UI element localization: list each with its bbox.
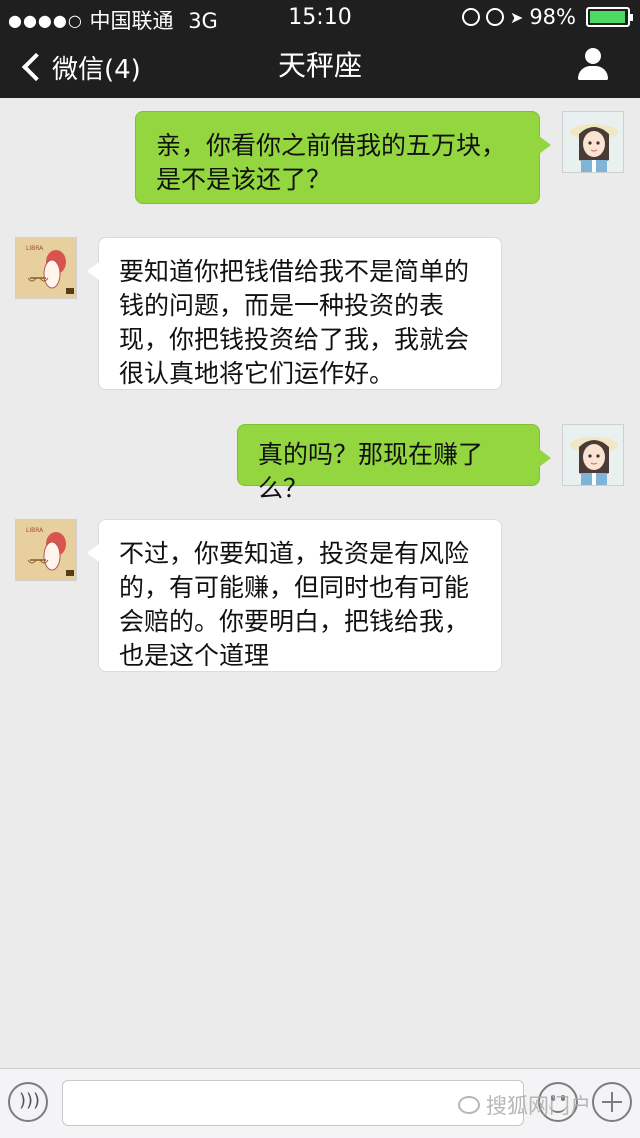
libra-caption: LIBRA — [26, 527, 44, 534]
libra-cartoon-avatar-icon[interactable]: LIBRA — [15, 237, 77, 299]
wechat-logo-icon — [458, 1096, 480, 1114]
battery-level-fill — [590, 11, 626, 23]
status-right: ➤ 98% — [461, 5, 633, 29]
battery-percent: 98% — [529, 5, 576, 29]
user-profile-icon[interactable] — [576, 48, 610, 82]
back-label: 微信(4) — [52, 54, 141, 85]
message-input[interactable] — [62, 1080, 524, 1126]
sent-message-bubble[interactable]: 真的吗？那现在赚了么？ — [237, 424, 551, 503]
libra-cartoon-avatar-icon[interactable]: LIBRA — [15, 519, 77, 581]
girl-avatar-icon[interactable] — [562, 111, 624, 173]
user-icon-body — [578, 66, 608, 80]
user-icon-head — [585, 48, 601, 64]
location-icon: ➤ — [509, 7, 524, 27]
battery-icon — [586, 7, 633, 27]
back-chevron-icon — [21, 52, 51, 82]
alarm-icon — [485, 8, 504, 26]
watermark: 搜狐网门户 — [458, 1090, 591, 1120]
girl-avatar-icon[interactable] — [562, 424, 624, 486]
status-bar: ●●●●○ 中国联通 3G 15:10 ➤ 98% — [0, 0, 640, 34]
watermark-text: 搜狐网门户 — [486, 1094, 591, 1118]
back-button[interactable]: 微信(4) — [18, 47, 141, 87]
received-message-bubble[interactable]: 要知道你把钱借给我不是简单的钱的问题，而是一种投资的表现，你把钱投资给了我，我就… — [87, 237, 502, 390]
received-message-bubble[interactable]: 不过，你要知道，投资是有风险的，有可能赚，但同时也有可能会赔的。你要明白，把钱给… — [87, 519, 502, 672]
rotation-lock-icon — [461, 8, 480, 26]
libra-caption: LIBRA — [26, 245, 44, 252]
sent-message-bubble[interactable]: 亲，你看你之前借我的五万块，是不是该还了？ — [135, 111, 551, 204]
nav-bar: 天秤座 微信(4) — [0, 34, 640, 98]
voice-button[interactable]: ))) — [8, 1082, 48, 1122]
voice-icon: ))) — [19, 1090, 41, 1111]
plus-button[interactable] — [592, 1082, 632, 1122]
